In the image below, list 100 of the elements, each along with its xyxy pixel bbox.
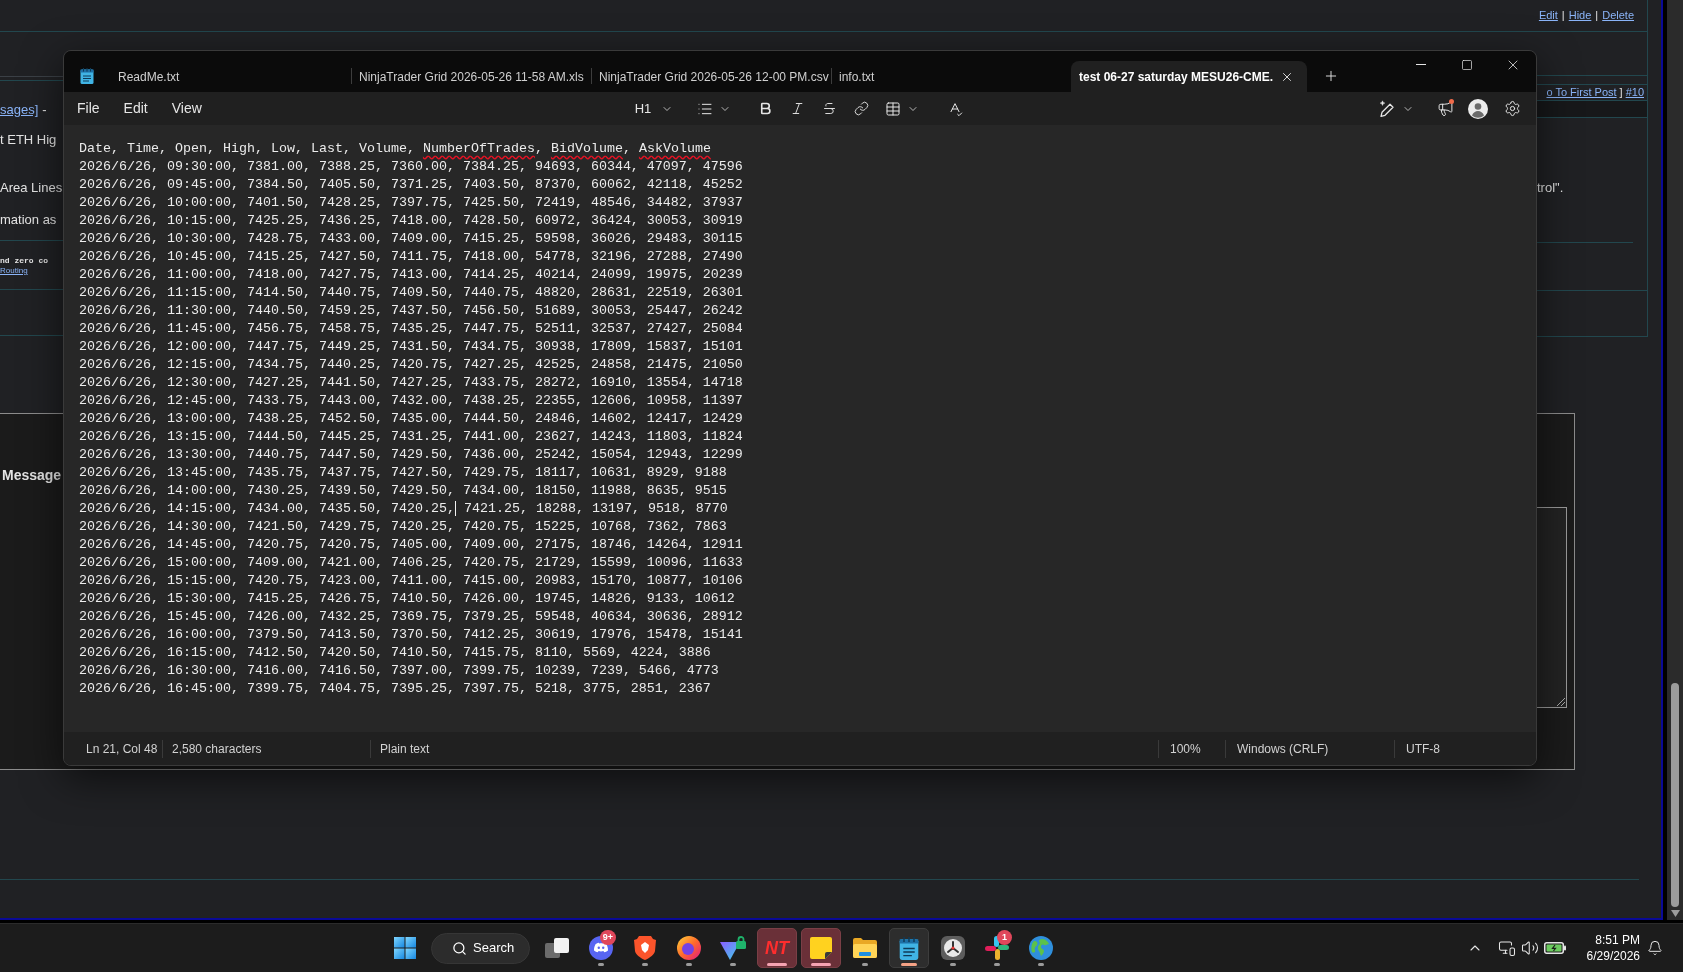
taskbar-app-button[interactable] <box>889 928 929 968</box>
text-line: 2026/6/26, 13:15:00, 7444.50, 7445.25, 7431.25, 7441.00, 23627, 14243, 11803, 11824 <box>79 428 743 446</box>
text-line: 2026/6/26, 15:15:00, 7420.75, 7423.00, 7411.00, 7415.00, 20983, 15170, 10877, 10106 <box>79 572 743 590</box>
search-icon <box>452 940 467 956</box>
clock-button[interactable]: 8:51 PM 6/29/2026 <box>1584 928 1644 968</box>
text-line: 2026/6/26, 12:00:00, 7447.75, 7449.25, 7431.50, 7434.75, 30938, 17809, 15837, 15101 <box>79 338 743 356</box>
field-label: Message <box>2 466 62 485</box>
text-line: 2026/6/26, 16:15:00, 7412.50, 7420.50, 7410.50, 7415.75, 8110, 5569, 4224, 3886 <box>79 644 711 662</box>
link-icon <box>853 101 869 116</box>
megaphone-icon <box>1436 100 1454 117</box>
spellcheck-icon <box>947 100 964 117</box>
speaker-icon <box>1521 939 1539 957</box>
post-text: trol". <box>1537 179 1564 197</box>
ringed-circle-icon <box>677 936 701 960</box>
zoom-level: 100% <box>1158 739 1225 758</box>
bracket-text: ] <box>1619 85 1623 101</box>
text-line: 2026/6/26, 09:30:00, 7381.00, 7388.25, 7360.00, 7384.25, 94693, 60344, 47097, 47596 <box>79 158 743 176</box>
settings-icon <box>1503 100 1521 117</box>
text-line: Date, Time, Open, High, Low, Last, Volume, NumberOfTrades, BidVolume, AskVolume <box>79 140 711 158</box>
text-line: 2026/6/26, 13:30:00, 7440.75, 7447.50, 7429.50, 7436.00, 25242, 15054, 12943, 12299 <box>79 446 743 464</box>
triangle-lock-icon <box>720 936 746 960</box>
text-line: 2026/6/26, 14:30:00, 7421.50, 7429.75, 7420.25, 7420.75, 15225, 10768, 7362, 7863 <box>79 518 727 536</box>
title-text: - <box>42 101 47 120</box>
sticky-note-icon <box>810 937 832 959</box>
bell-icon <box>1647 940 1663 956</box>
file-format: Plain text <box>370 739 1158 758</box>
text-encoding: UTF-8 <box>1394 739 1536 758</box>
clock-icon <box>941 936 965 960</box>
text-line: 2026/6/26, 09:45:00, 7384.50, 7405.50, 7371.25, 7403.50, 87370, 60062, 42118, 45252 <box>79 176 743 194</box>
table-icon <box>885 100 902 117</box>
account-avatar-icon <box>1468 98 1488 119</box>
signature-link[interactable]: Routing <box>0 266 28 276</box>
post-action-link[interactable]: Edit <box>1538 7 1558 24</box>
file-tab[interactable]: test 06-27 saturday MESU26-CME. <box>1071 61 1307 92</box>
post-nav-link[interactable]: #10 <box>1625 84 1644 101</box>
text-line: 2026/6/26, 12:45:00, 7433.75, 7443.00, 7432.00, 7438.25, 22355, 12606, 10958, 11397 <box>79 392 743 410</box>
italic-icon <box>789 101 805 116</box>
text-line: 2026/6/26, 16:30:00, 7416.00, 7416.50, 7397.00, 7399.75, 10239, 7239, 5466, 4773 <box>79 662 719 680</box>
text-line: 2026/6/26, 12:30:00, 7427.25, 7441.50, 7427.25, 7433.75, 28272, 16910, 13554, 14718 <box>79 374 743 392</box>
folder-icon <box>853 938 877 958</box>
battery-icon <box>1544 942 1566 954</box>
post-action-link[interactable]: Hide <box>1568 7 1592 24</box>
post-action-link[interactable]: Delete <box>1602 7 1634 24</box>
line-ending: Windows (CRLF) <box>1225 739 1394 758</box>
taskbar-app-button[interactable] <box>801 928 841 968</box>
globe-icon <box>1029 936 1053 960</box>
scrollbar-thumb[interactable] <box>1671 683 1679 907</box>
notepad-icon <box>80 67 94 84</box>
separator-text: | <box>1561 8 1565 24</box>
text-line: 2026/6/26, 16:00:00, 7379.50, 7413.50, 7370.50, 7412.25, 30619, 17976, 15478, 15141 <box>79 626 743 644</box>
menu-item[interactable]: File <box>65 94 112 123</box>
strikethrough-icon <box>821 101 837 116</box>
notepad-icon <box>899 936 919 960</box>
text-line: 2026/6/26, 14:00:00, 7430.25, 7439.50, 7429.50, 7434.00, 18150, 11988, 8635, 9515 <box>79 482 727 500</box>
menu-item[interactable]: Edit <box>111 94 160 123</box>
heading-dropdown[interactable]: H1 <box>628 94 680 123</box>
post-text: Area Lines <box>0 179 63 197</box>
file-tab[interactable]: ReadMe.txt <box>111 61 351 92</box>
four-squares-icon <box>394 937 416 959</box>
file-tab[interactable]: NinjaTrader Grid 2026-05-26 12-00 PM.csv <box>592 61 831 92</box>
resize-handle-icon[interactable] <box>1557 698 1565 706</box>
text-line: 2026/6/26, 14:45:00, 7420.75, 7420.75, 7405.00, 7409.00, 27175, 18746, 14264, 12911 <box>79 536 743 554</box>
thread-link[interactable]: sages] <box>0 100 39 120</box>
text-line: 2026/6/26, 13:45:00, 7435.75, 7437.75, 7427.50, 7429.75, 18117, 10631, 8929, 9188 <box>79 464 727 482</box>
text-line: 2026/6/26, 15:45:00, 7426.00, 7432.25, 7369.75, 7379.25, 59548, 40634, 30636, 28912 <box>79 608 743 626</box>
scrollbar[interactable] <box>1667 0 1683 920</box>
scroll-down-icon[interactable] <box>1670 910 1680 917</box>
cursor-position: Ln 21, Col 48 <box>85 740 159 758</box>
message-input[interactable] <box>1537 507 1567 708</box>
file-tab[interactable]: info.txt <box>832 61 1071 92</box>
text-line: 2026/6/26, 13:00:00, 7438.25, 7452.50, 7435.00, 7444.50, 24846, 14602, 12417, 12429 <box>79 410 743 428</box>
search-button[interactable]: Search <box>431 932 530 964</box>
text-editor[interactable] <box>64 125 1536 732</box>
file-tab[interactable]: NinjaTrader Grid 2026-05-26 11-58 AM.xls <box>352 61 591 92</box>
app-logo-text: NT <box>765 938 789 958</box>
overlapping-squares-icon <box>545 938 569 958</box>
post-text: t ETH Hig <box>0 131 57 149</box>
taskbar-app-button[interactable]: 9+ <box>581 928 621 968</box>
pen-sparkle-icon <box>1378 99 1396 118</box>
notification-badge: 1 <box>997 930 1012 945</box>
menu-item[interactable]: View <box>159 94 214 123</box>
text-line: 2026/6/26, 14:15:00, 7434.00, 7435.50, 7420.25, 7421.25, 18288, 13197, 9518, 8770 <box>79 500 728 518</box>
text-line: 2026/6/26, 11:30:00, 7440.50, 7459.25, 7437.50, 7456.50, 51689, 30053, 25447, 26242 <box>79 302 743 320</box>
text-line: 2026/6/26, 15:00:00, 7409.00, 7421.00, 7406.25, 7420.75, 21729, 15599, 10096, 11633 <box>79 554 743 572</box>
post-nav-link[interactable]: o To First Post <box>1546 84 1617 101</box>
separator-text: | <box>1595 8 1599 24</box>
text-line: 2026/6/26, 10:00:00, 7401.50, 7428.25, 7397.75, 7425.50, 72419, 48546, 34482, 37937 <box>79 194 743 212</box>
taskbar-app-button[interactable]: 1 <box>977 928 1017 968</box>
text-line: 2026/6/26, 10:15:00, 7425.25, 7436.25, 7418.00, 7428.50, 60972, 36424, 30053, 30919 <box>79 212 743 230</box>
clock-date: 6/29/2026 <box>1586 948 1640 964</box>
shield-icon <box>634 936 656 960</box>
signature-text: nd zero co <box>0 256 48 266</box>
text-line: 2026/6/26, 12:15:00, 7434.75, 7440.25, 7420.75, 7427.25, 42525, 24858, 21475, 21050 <box>79 356 743 374</box>
minimize-icon <box>1416 64 1426 65</box>
character-count: 2,580 characters <box>162 739 370 758</box>
text-line: 2026/6/26, 16:45:00, 7399.75, 7404.75, 7395.25, 7397.75, 5218, 3775, 2851, 2367 <box>79 680 711 698</box>
text-line: 2026/6/26, 11:45:00, 7456.75, 7458.75, 7435.25, 7447.75, 52511, 32537, 27427, 25084 <box>79 320 743 338</box>
text-line: 2026/6/26, 15:30:00, 7415.25, 7426.75, 7410.50, 7426.00, 19745, 14826, 9133, 10612 <box>79 590 735 608</box>
text-line: 2026/6/26, 11:00:00, 7418.00, 7427.75, 7413.00, 7414.25, 40214, 24099, 19975, 20239 <box>79 266 743 284</box>
clock-time: 8:51 PM <box>1595 932 1640 948</box>
